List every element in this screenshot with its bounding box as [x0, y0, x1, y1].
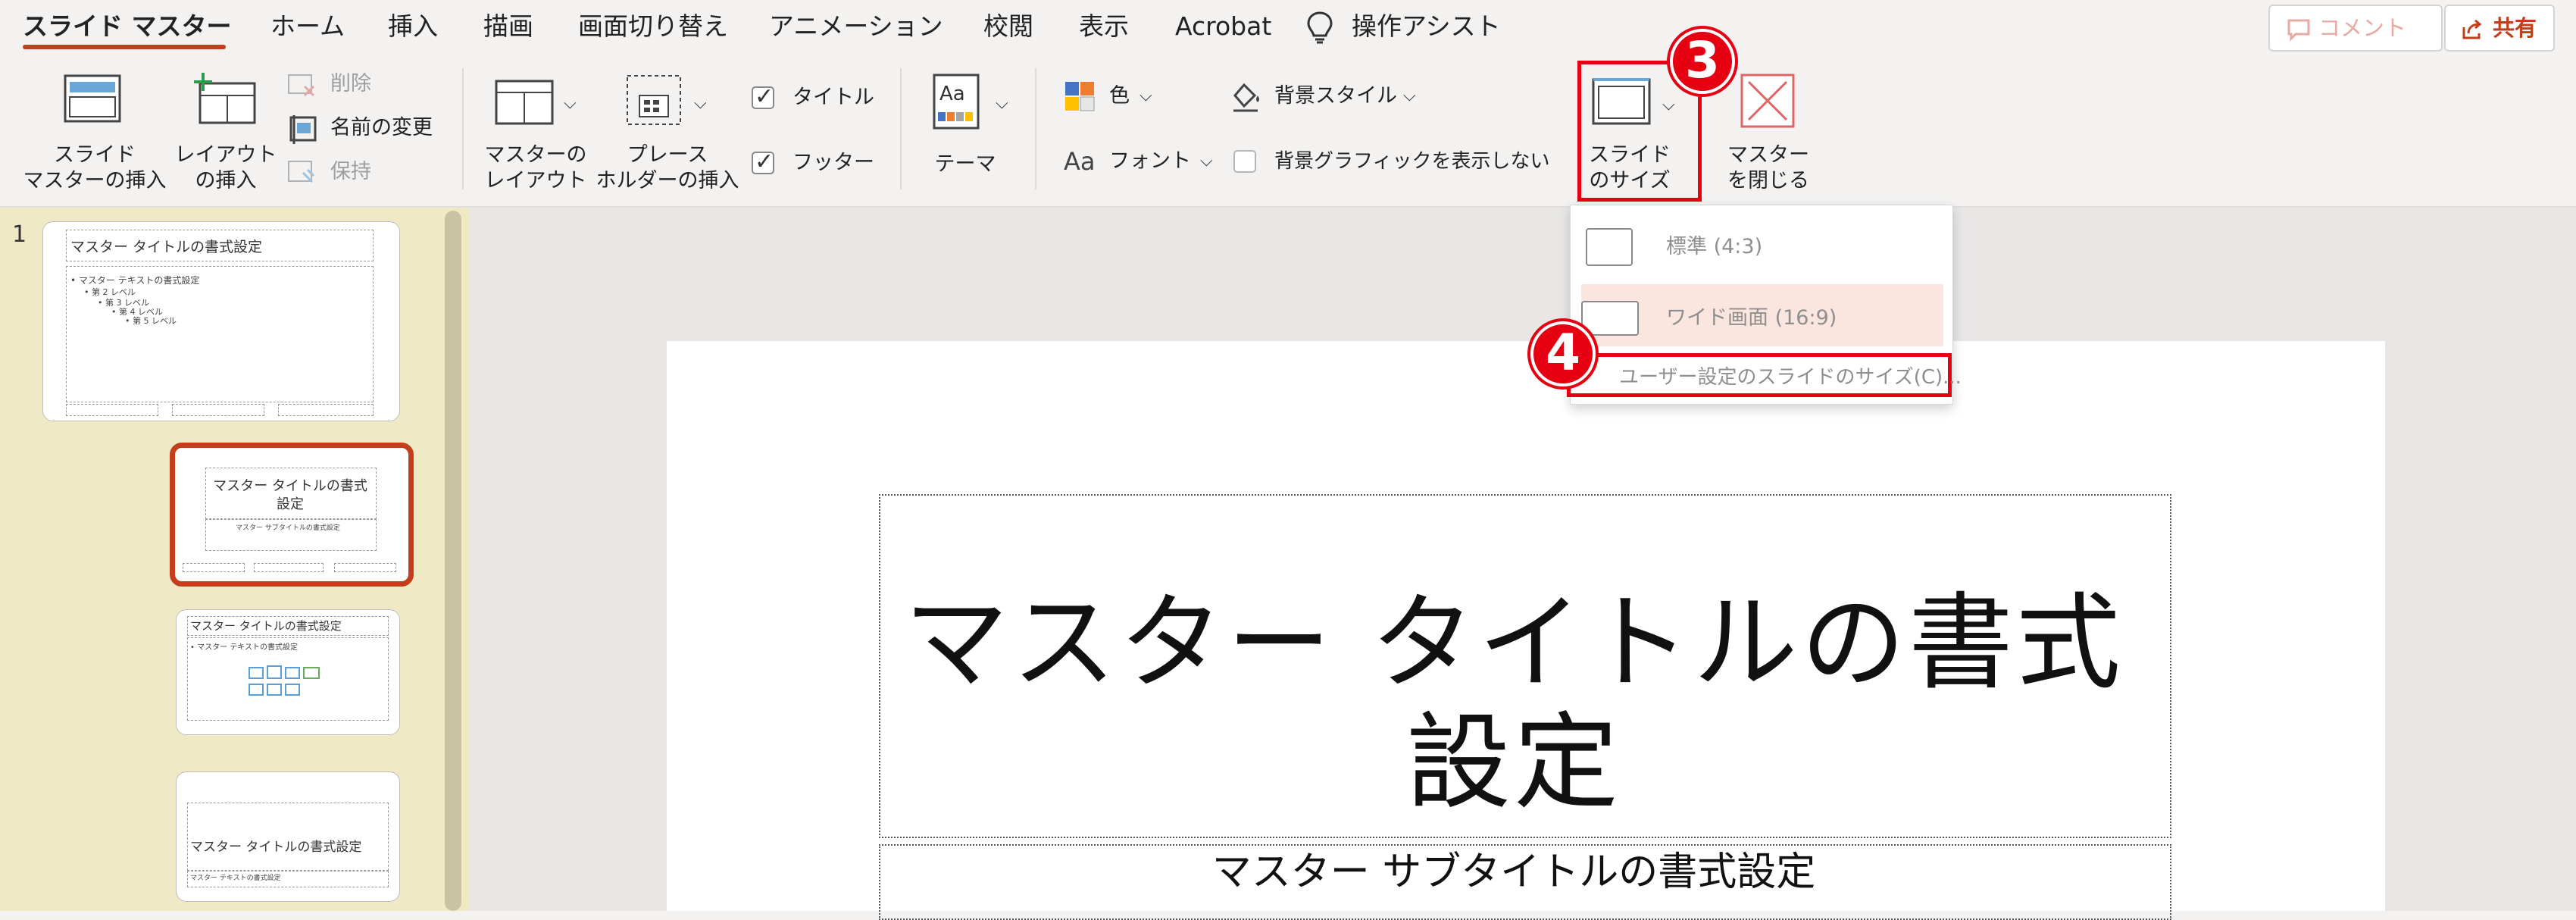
title-checkbox[interactable]: タイトル: [752, 83, 880, 114]
master-slide-thumbnail[interactable]: マスター タイトルの書式設定 • マスター テキストの書式設定 • 第 2 レベ…: [42, 221, 400, 421]
comment-button[interactable]: コメント: [2268, 5, 2443, 52]
rename-button[interactable]: 名前の変更: [286, 114, 445, 144]
master-layout-icon: [495, 80, 554, 125]
master-layout-button[interactable]: ⌵ マスターの レイアウト: [479, 68, 592, 197]
chevron-down-icon: ⌵: [1200, 152, 1213, 171]
chevron-down-icon: ⌵: [1140, 86, 1152, 105]
slide-title-text[interactable]: マスター タイトルの書式 設定: [885, 584, 2143, 823]
insert-slide-master-button[interactable]: スライド マスターの挿入: [23, 68, 167, 197]
title-layout-thumbnail-selected[interactable]: マスター タイトルの書式 設定 マスター サブタイトルの書式設定: [170, 443, 414, 587]
ribbon-separator: [900, 68, 902, 189]
tab-review[interactable]: 校閲: [983, 6, 1033, 47]
footer-checkbox-box[interactable]: [752, 149, 774, 175]
paint-bucket-icon: [1233, 83, 1259, 112]
insert-layout-button[interactable]: レイアウト の挿入: [173, 68, 279, 197]
tab-draw[interactable]: 描画: [483, 6, 533, 47]
close-master-button[interactable]: マスター を閉じる: [1718, 68, 1818, 197]
comment-icon: [2287, 19, 2310, 41]
tab-insert[interactable]: 挿入: [388, 6, 438, 47]
tell-me-search[interactable]: 操作アシスト: [1352, 6, 1501, 47]
chevron-down-icon: ⌵: [694, 94, 707, 113]
insert-placeholder-button[interactable]: ⌵ プレース ホルダーの挿入: [596, 68, 739, 197]
colors-button[interactable]: 色 ⌵: [1064, 79, 1177, 114]
share-button[interactable]: 共有: [2444, 5, 2555, 52]
ribbon-separator: [462, 68, 464, 189]
tab-acrobat[interactable]: Acrobat: [1175, 6, 1271, 47]
section-layout-thumbnail[interactable]: マスター タイトルの書式設定 マスター テキストの書式設定: [176, 771, 400, 902]
chevron-down-icon: ⌵: [564, 94, 577, 113]
chevron-down-icon: ⌵: [996, 94, 1008, 113]
footer-checkbox[interactable]: フッター: [752, 149, 880, 179]
hide-background-graphics-box[interactable]: [1233, 150, 1256, 173]
fonts-icon: Aa: [1064, 147, 1096, 176]
content-placeholder-icons: [249, 665, 320, 696]
tab-home[interactable]: ホーム: [270, 6, 345, 47]
preserve-button[interactable]: 保持: [286, 158, 445, 188]
insert-layout-icon: [194, 73, 256, 124]
chevron-down-icon: ⌵: [1403, 86, 1416, 105]
svg-text:Aa: Aa: [939, 83, 965, 105]
background-styles-button[interactable]: 背景スタイル ⌵: [1227, 79, 1424, 114]
slide-master-icon: [64, 74, 121, 123]
thumbnail-scrollbar[interactable]: [445, 211, 461, 911]
rename-icon: [289, 115, 317, 144]
custom-slide-size-option[interactable]: ユーザー設定のスライドのサイズ(C)...: [1567, 353, 1962, 397]
delete-slide-icon: [288, 74, 315, 97]
preserve-pin-icon: [288, 161, 315, 183]
lightbulb-icon: [1307, 11, 1333, 44]
theme-icon: Aa: [933, 74, 980, 130]
ribbon-tab-bar: スライド マスター ホーム 挿入 描画 画面切り替え アニメーション 校閲 表示…: [0, 0, 2576, 58]
slide-subtitle-text[interactable]: マスター サブタイトルの書式設定: [885, 849, 2143, 896]
hide-background-graphics-checkbox[interactable]: 背景グラフィックを表示しない: [1233, 147, 1549, 177]
active-tab-indicator: [23, 45, 226, 49]
placeholder-icon: [627, 75, 681, 125]
title-checkbox-box[interactable]: [752, 83, 774, 110]
share-icon: [2462, 19, 2482, 39]
close-master-icon: [1740, 74, 1795, 128]
theme-button[interactable]: Aa ⌵ テーマ: [918, 68, 1017, 197]
standard-4-3-option[interactable]: 標準 (4:3): [1581, 213, 1943, 275]
fonts-button[interactable]: Aa フォント ⌵: [1064, 144, 1223, 179]
content-layout-thumbnail[interactable]: マスター タイトルの書式設定 • マスター テキストの書式設定: [176, 609, 400, 735]
widescreen-16-9-option[interactable]: ワイド画面 (16:9): [1581, 284, 1943, 346]
tab-transitions[interactable]: 画面切り替え: [578, 6, 728, 47]
step-4-badge: 4: [1527, 318, 1599, 390]
ribbon-separator: [1035, 68, 1036, 189]
tab-slide-master[interactable]: スライド マスター: [23, 6, 232, 47]
tab-view[interactable]: 表示: [1079, 6, 1129, 47]
delete-button[interactable]: 削除: [286, 70, 445, 100]
slide-number: 1: [12, 221, 27, 248]
colors-palette-icon: [1065, 82, 1095, 111]
standard-size-icon: [1586, 228, 1633, 266]
tab-animations[interactable]: アニメーション: [769, 6, 943, 47]
